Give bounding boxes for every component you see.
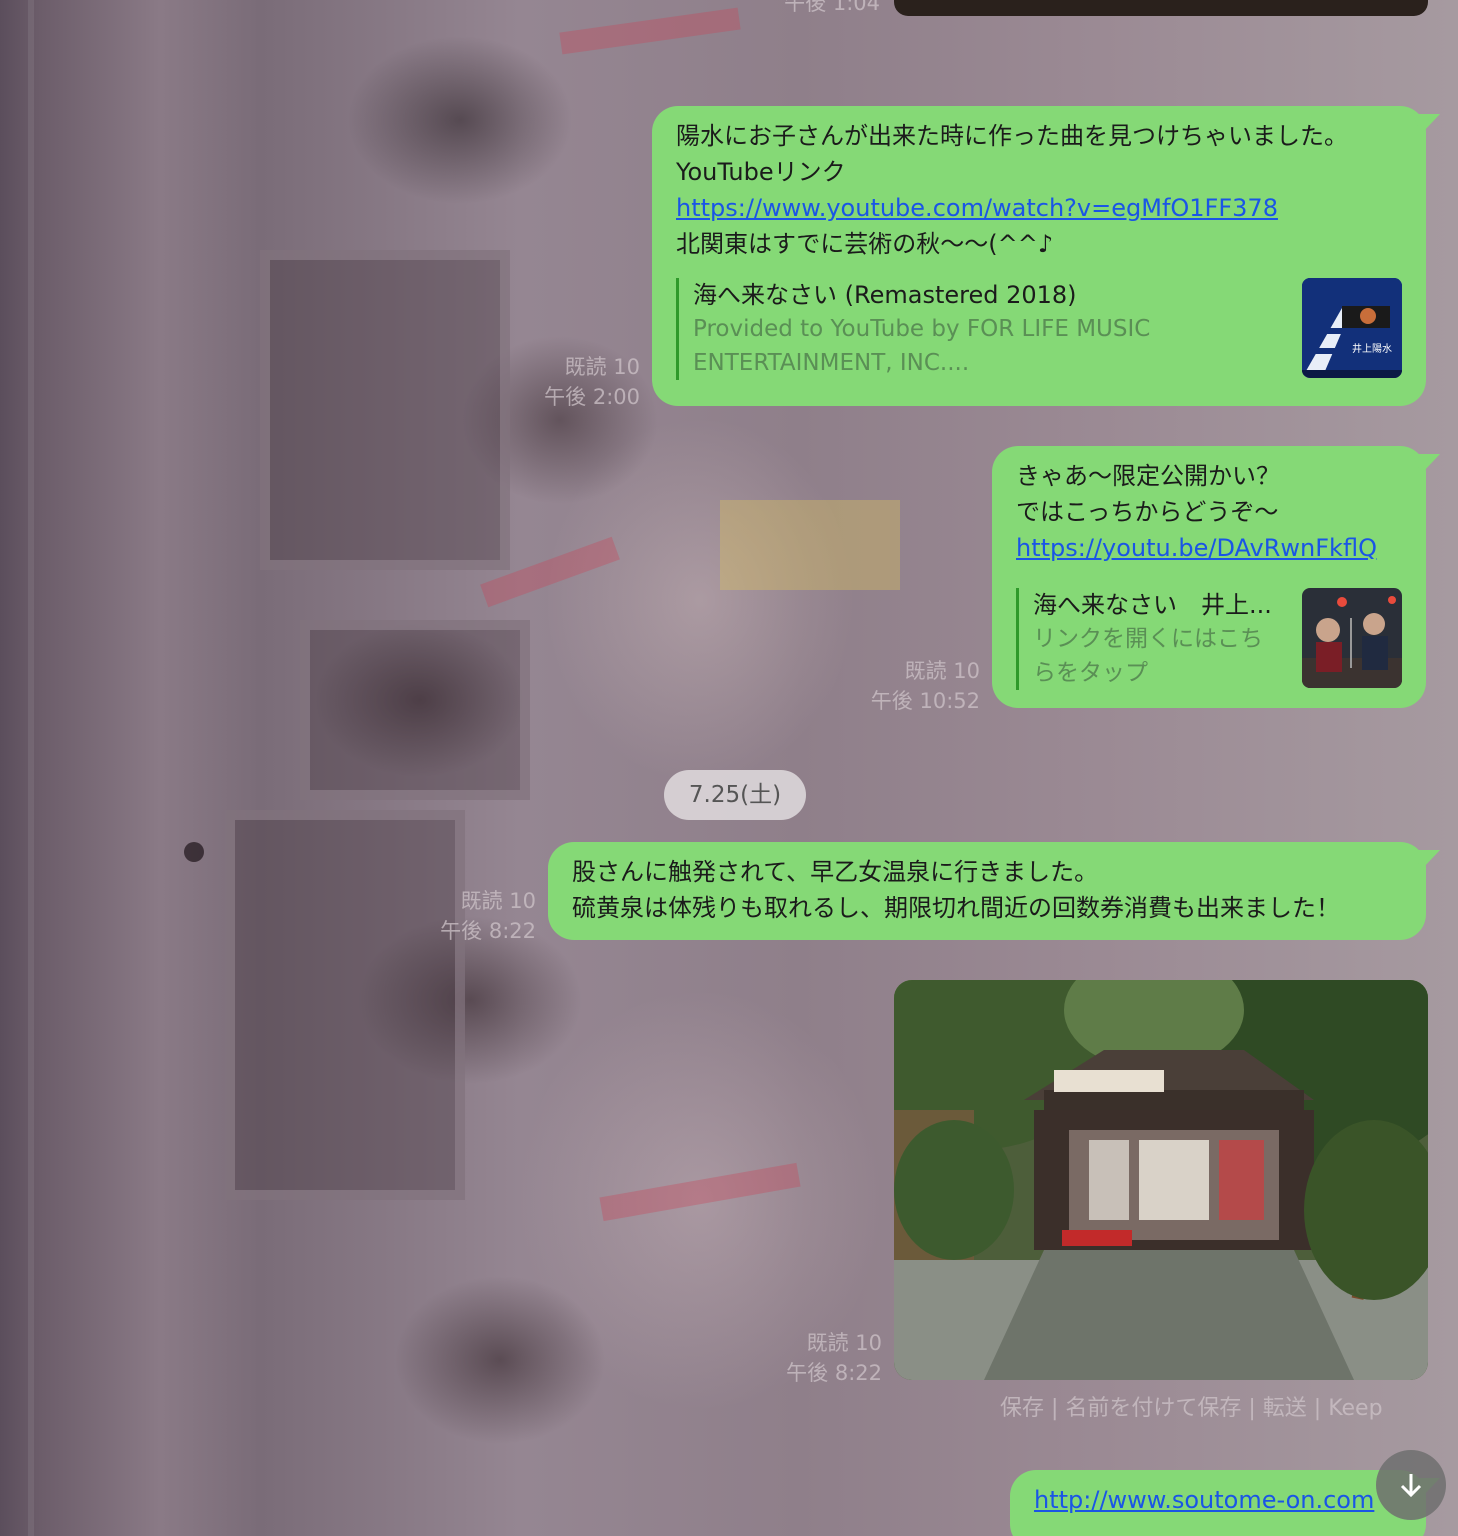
- arrow-down-icon: [1400, 1474, 1422, 1498]
- message-time: 午後 8:22: [440, 919, 536, 943]
- read-receipt: 既読 10: [904, 659, 980, 683]
- background-door-knob: [184, 842, 204, 862]
- preview-bar: [1016, 588, 1019, 690]
- message-bubble[interactable]: きゃあ〜限定公開かい？ ではこっちからどうぞ〜 https://youtu.be…: [992, 446, 1426, 708]
- message-text-line: 股さんに触発されて、早乙女温泉に行きました。: [572, 858, 1099, 886]
- message-text-line: 硫黄泉は体残りも取れるし、期限切れ間近の回数券消費も出来ました！: [572, 894, 1340, 922]
- message-text-line: きゃあ〜限定公開かい？: [1016, 462, 1280, 490]
- message-read-status: 既読 10 午後 8:22: [762, 1328, 882, 1388]
- message-read-status: 既読 10 午後 8:22: [416, 886, 536, 946]
- preview-title: 海へ来なさい (Remastered 2018): [693, 281, 1077, 309]
- message-bubble[interactable]: http://www.soutome-on.com: [1010, 1470, 1426, 1536]
- youtube-link[interactable]: https://www.youtube.com/watch?v=egMfO1FF…: [676, 190, 1402, 226]
- date-separator: 7.25(土): [664, 770, 806, 820]
- message-text-line: YouTubeリンク: [676, 158, 846, 186]
- message-bubble[interactable]: 股さんに触発されて、早乙女温泉に行きました。 硫黄泉は体残りも取れるし、期限切れ…: [548, 842, 1426, 940]
- preview-text: 海へ来なさい 井上... リンクを開くにはこち らをタップ: [1033, 588, 1284, 690]
- preview-description: Provided to YouTube by FOR LIFE MUSIC: [693, 316, 1151, 342]
- preview-description: リンクを開くにはこち: [1033, 626, 1263, 652]
- preview-text: 海へ来なさい (Remastered 2018) Provided to You…: [693, 278, 1284, 380]
- message-read-status: 既読 10 午後 10:52: [860, 656, 980, 716]
- message-time: 午後 10:52: [870, 689, 980, 713]
- message-bubble[interactable]: 陽水にお子さんが出来た時に作った曲を見つけちゃいました。 YouTubeリンク …: [652, 106, 1426, 406]
- message-read-status: 既読 10 午後 2:00: [520, 352, 640, 412]
- background-door: [225, 810, 465, 1200]
- link-preview[interactable]: 海へ来なさい 井上... リンクを開くにはこち らをタップ: [1016, 588, 1402, 690]
- background-stripe: [720, 500, 900, 590]
- thumbnail-caption: 井上陽水: [1352, 344, 1392, 355]
- preview-title: 海へ来なさい 井上...: [1033, 591, 1272, 619]
- preview-thumbnail[interactable]: 井上陽水: [1302, 278, 1402, 378]
- message-time: 午後 2:00: [544, 385, 640, 409]
- preview-description: らをタップ: [1033, 660, 1148, 686]
- onsen-photo[interactable]: [894, 980, 1428, 1380]
- preview-description: ENTERTAINMENT, INC....: [693, 350, 970, 376]
- preview-thumbnail[interactable]: [1302, 588, 1402, 688]
- scroll-to-bottom-button[interactable]: [1376, 1450, 1446, 1520]
- youtube-short-link[interactable]: https://youtu.be/DAvRwnFkflQ: [1016, 530, 1402, 566]
- previous-image-bottom[interactable]: [894, 0, 1428, 16]
- read-receipt: 既読 10: [564, 355, 640, 379]
- photo-actions[interactable]: 保存 | 名前を付けて保存 | 転送 | Keep: [1000, 1394, 1440, 1424]
- preview-bar: [676, 278, 679, 380]
- message-time: 午後 8:22: [786, 1361, 882, 1385]
- background-window: [300, 620, 530, 800]
- message-text-line: ではこっちからどうぞ〜: [1016, 498, 1279, 526]
- background-window: [260, 250, 510, 570]
- read-receipt: 既読 10: [460, 889, 536, 913]
- website-link[interactable]: http://www.soutome-on.com: [1034, 1482, 1402, 1518]
- concert-photo-icon: [1302, 588, 1402, 688]
- message-text-line: 陽水にお子さんが出来た時に作った曲を見つけちゃいました。: [676, 122, 1348, 150]
- album-cover-icon: [1302, 278, 1402, 378]
- read-receipt: 既読 10: [806, 1331, 882, 1355]
- onsen-entrance-image: [894, 980, 1428, 1380]
- link-preview[interactable]: 海へ来なさい (Remastered 2018) Provided to You…: [676, 278, 1402, 380]
- message-time: 午後 1:04: [784, 0, 880, 15]
- message-text-line: 北関東はすでに芸術の秋〜〜(^^♪: [676, 230, 1054, 258]
